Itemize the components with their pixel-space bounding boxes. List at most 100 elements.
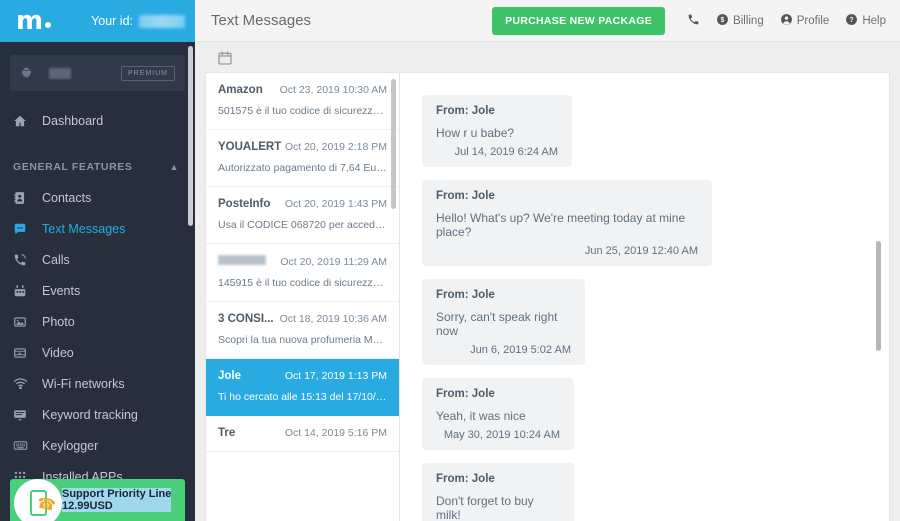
message-item-header: PosteInfo Oct 20, 2019 1:43 PM — [218, 198, 387, 210]
sidebar-item-label: Wi-Fi networks — [42, 376, 125, 391]
sidebar-item-keyword-tracking[interactable]: Keyword tracking — [0, 399, 195, 430]
sidebar-item-wi-fi-networks[interactable]: Wi-Fi networks — [0, 368, 195, 399]
message-bubble[interactable]: From: Jole Sorry, can't speak right now Ju… — [422, 279, 585, 365]
promo-price: 12.99USD — [62, 500, 172, 512]
calendar-icon[interactable] — [217, 50, 233, 66]
billing-link[interactable]: $ Billing — [716, 13, 764, 28]
bubble-text: Yeah, it was nice — [436, 409, 526, 423]
sidebar-item-label: Text Messages — [42, 221, 126, 236]
message-item-header: Amazon Oct 23, 2019 10:30 AM — [218, 84, 387, 96]
sidebar-item-label: Keyword tracking — [42, 407, 138, 422]
billing-link-label: Billing — [733, 14, 764, 27]
conversation-row: From: Jole Yeah, it was nice May 30, 2019 … — [422, 378, 889, 463]
message-preview: Usa il CODICE 068720 per accedere ... — [218, 219, 387, 231]
sidebar-item-video[interactable]: Video — [0, 337, 195, 368]
sidebar-item-keylogger[interactable]: Keylogger — [0, 430, 195, 461]
sidebar-item-label: Events — [42, 283, 81, 298]
contacts-icon — [13, 191, 34, 205]
message-item-header: Oct 20, 2019 11:29 AM — [218, 255, 387, 268]
sidebar-scrollbar[interactable] — [188, 46, 193, 226]
sidebar-section-general-features[interactable]: GENERAL FEATURES ▲ — [0, 152, 195, 182]
message-preview: Ti ho cercato alle 15:13 del 17/10/2... — [218, 391, 387, 403]
sidebar-item-dashboard[interactable]: Dashboard — [0, 105, 195, 136]
conversation-bubbles: From: Jole How r u babe? Jul 14, 2019 6:24… — [422, 95, 889, 521]
app-logo[interactable]: m — [16, 8, 52, 34]
message-sender: PosteInfo — [218, 198, 271, 210]
android-icon — [20, 66, 33, 81]
sidebar-item-calls[interactable]: Calls — [0, 244, 195, 275]
keyboard-icon — [13, 438, 34, 453]
message-sender-redacted — [218, 255, 266, 265]
wifi-icon — [13, 376, 34, 391]
panes: Amazon Oct 23, 2019 10:30 AM 501575 è il t… — [205, 72, 890, 521]
message-list-item[interactable]: PosteInfo Oct 20, 2019 1:43 PM Usa il CODI… — [206, 187, 399, 244]
device-selector[interactable]: PREMIUM — [10, 55, 185, 91]
dollar-icon: $ — [716, 13, 729, 28]
message-date: Oct 14, 2019 5:16 PM — [284, 427, 387, 439]
profile-link[interactable]: Profile — [780, 13, 829, 28]
message-bubble[interactable]: From: Jole Don't forget to buy milk! — [422, 463, 574, 521]
calendar-icon — [13, 284, 34, 298]
conversation-row: From: Jole Sorry, can't speak right now Ju… — [422, 279, 889, 378]
user-icon — [780, 13, 793, 28]
phone-link[interactable] — [687, 13, 700, 28]
your-id-label: Your id: — [91, 14, 133, 28]
message-preview: 501575 è il tuo codice di sicurezza A... — [218, 105, 387, 117]
conversation-row: From: Jole How r u babe? Jul 14, 2019 6:24… — [422, 95, 889, 180]
sidebar-item-text-messages[interactable]: Text Messages — [0, 213, 195, 244]
keyword-icon — [13, 408, 34, 422]
message-list-item[interactable]: 3 CONSI... Oct 18, 2019 10:36 AM Scopri la… — [206, 302, 399, 359]
svg-text:$: $ — [721, 17, 725, 24]
bubble-text: Sorry, can't speak right now — [436, 310, 558, 338]
content-area: Amazon Oct 23, 2019 10:30 AM 501575 è il t… — [195, 42, 900, 521]
message-sender: Tre — [218, 427, 236, 439]
message-item-header: YOUALERT Oct 20, 2019 2:18 PM — [218, 141, 387, 153]
message-list-pane: Amazon Oct 23, 2019 10:30 AM 501575 è il t… — [205, 72, 400, 521]
message-item-header: Jole Oct 17, 2019 1:13 PM — [218, 370, 387, 382]
message-date: Oct 20, 2019 1:43 PM — [284, 198, 387, 210]
message-list-item[interactable]: Amazon Oct 23, 2019 10:30 AM 501575 è il t… — [206, 73, 399, 130]
chevron-up-icon: ▲ — [169, 162, 179, 172]
page-title: Text Messages — [211, 12, 312, 29]
bubble-date: Jul 14, 2019 6:24 AM — [454, 146, 558, 158]
video-icon — [13, 346, 34, 360]
top-bar: Text Messages PURCHASE NEW PACKAGE $ Bil… — [195, 0, 900, 42]
conversation-scrollbar[interactable] — [876, 241, 881, 351]
conversation-pane: From: Jole How r u babe? Jul 14, 2019 6:24… — [400, 72, 890, 521]
app-root: m Your id: PREMIUM Dashboard GENERAL FEA… — [0, 0, 900, 521]
svg-text:?: ? — [850, 17, 854, 24]
sidebar: m Your id: PREMIUM Dashboard GENERAL FEA… — [0, 0, 195, 521]
message-list-item[interactable]: Tre Oct 14, 2019 5:16 PM — [206, 416, 399, 452]
message-preview: Autorizzato pagamento di 7,64 Euro... — [218, 162, 387, 174]
bubble-sender: From: Jole — [436, 289, 495, 301]
help-link-label: Help — [862, 14, 886, 27]
purchase-new-package-button[interactable]: PURCHASE NEW PACKAGE — [492, 6, 666, 35]
sidebar-item-events[interactable]: Events — [0, 275, 195, 306]
message-bubble[interactable]: From: Jole Yeah, it was nice May 30, 2019 … — [422, 378, 574, 450]
message-bubble[interactable]: From: Jole How r u babe? Jul 14, 2019 6:24… — [422, 95, 572, 167]
sidebar-item-label: Photo — [42, 314, 75, 329]
phone-icon — [13, 253, 34, 267]
message-date: Oct 20, 2019 2:18 PM — [284, 141, 387, 153]
promo-banner-support-priority-line[interactable]: ☎ Support Priority Line 12.99USD — [10, 479, 185, 521]
message-list-item[interactable]: Oct 20, 2019 11:29 AM 145915 è il tuo cod… — [206, 244, 399, 302]
message-list-item[interactable]: YOUALERT Oct 20, 2019 2:18 PM Autorizzato … — [206, 130, 399, 187]
message-preview: Scopri la tua nuova profumeria Mar... — [218, 334, 387, 346]
help-link[interactable]: ? Help — [845, 13, 886, 28]
message-date: Oct 17, 2019 1:13 PM — [284, 370, 387, 382]
sidebar-item-dashboard-label: Dashboard — [42, 113, 104, 128]
conversation-row: From: Jole Don't forget to buy milk! — [422, 463, 889, 521]
phone-support-icon: ☎ — [14, 479, 62, 521]
sidebar-item-photo[interactable]: Photo — [0, 306, 195, 337]
message-bubble[interactable]: From: Jole Hello! What's up? We're meetin… — [422, 180, 712, 266]
sidebar-section-label: GENERAL FEATURES — [13, 161, 133, 173]
sidebar-item-label: Video — [42, 345, 74, 360]
message-preview: 145915 è il tuo codice di sicurezza A... — [218, 277, 387, 289]
message-list-item[interactable]: Jole Oct 17, 2019 1:13 PM Ti ho cercato al… — [206, 359, 399, 416]
sidebar-item-contacts[interactable]: Contacts — [0, 182, 195, 213]
device-name-redacted — [48, 67, 71, 79]
bubble-sender: From: Jole — [436, 388, 495, 400]
message-list-scrollbar[interactable] — [391, 79, 396, 209]
bubble-date: May 30, 2019 10:24 AM — [443, 429, 560, 441]
message-date: Oct 18, 2019 10:36 AM — [279, 313, 387, 325]
